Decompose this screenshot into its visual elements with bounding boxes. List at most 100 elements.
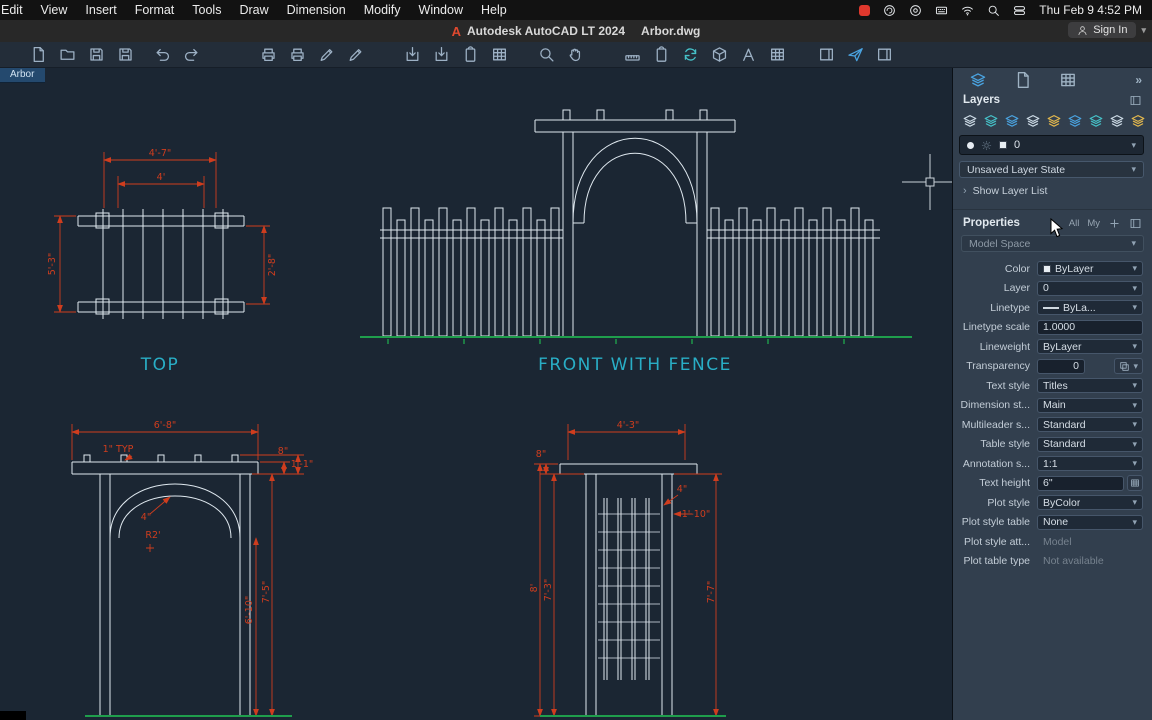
transparency-input[interactable] [1037, 358, 1085, 374]
quick-access-toolbar [0, 42, 1152, 68]
layer-lock-icon[interactable] [1088, 113, 1104, 129]
save-as-icon[interactable] [117, 46, 134, 63]
layer-properties-icon[interactable] [962, 113, 978, 129]
redo-icon[interactable] [183, 46, 200, 63]
refresh-icon[interactable] [682, 46, 699, 63]
plot-table-type-value: Not available [1043, 555, 1104, 568]
print-plus-icon[interactable] [289, 46, 306, 63]
menu-edit[interactable]: Edit [0, 3, 32, 17]
sign-in-button[interactable]: Sign In [1068, 22, 1137, 38]
chevron-down-icon[interactable]: ▾ [1141, 25, 1146, 36]
side-view-dimensions [534, 424, 722, 717]
menu-help[interactable]: Help [472, 3, 516, 17]
undo-icon[interactable] [154, 46, 171, 63]
color-select[interactable]: ByLayer ▾ [1037, 261, 1143, 277]
panel-dock-icon[interactable] [1129, 94, 1142, 107]
menu-draw[interactable]: Draw [230, 3, 277, 17]
measure-icon[interactable] [624, 46, 641, 63]
crosshair-cursor [902, 154, 952, 210]
new-file-icon[interactable] [30, 46, 47, 63]
save-icon[interactable] [88, 46, 105, 63]
chevron-down-icon: ▾ [1132, 516, 1137, 527]
table-style-select[interactable]: Standard ▾ [1037, 436, 1143, 452]
content-panel-icon[interactable] [818, 46, 835, 63]
text-style-select[interactable]: Titles ▾ [1037, 378, 1143, 394]
plot-settings-icon[interactable] [347, 46, 364, 63]
layer-freeze-icon[interactable] [1046, 113, 1062, 129]
menu-format[interactable]: Format [126, 3, 184, 17]
layout-panel-icon[interactable] [876, 46, 893, 63]
pan-icon[interactable] [567, 46, 584, 63]
svg-text:R2': R2' [145, 530, 160, 541]
new-layer-icon[interactable] [983, 113, 999, 129]
svg-text:1" TYP: 1" TYP [103, 444, 134, 455]
share-icon[interactable] [847, 46, 864, 63]
blocks-palette-tab-icon[interactable] [1014, 71, 1032, 89]
layers-palette-tab-icon[interactable] [969, 71, 987, 89]
import-icon[interactable] [433, 46, 450, 63]
linetype-select[interactable]: ByLa... ▾ [1037, 300, 1143, 316]
menu-insert[interactable]: Insert [76, 3, 125, 17]
assistant-icon[interactable] [883, 4, 896, 17]
filter-all-button[interactable]: All [1069, 218, 1080, 229]
panel-dock-icon[interactable] [1129, 217, 1142, 230]
svg-text:6'-8": 6'-8" [154, 420, 177, 431]
zoom-window-icon[interactable] [538, 46, 555, 63]
palette-overflow-icon[interactable]: » [1135, 73, 1142, 87]
search-icon[interactable] [987, 4, 1000, 17]
menu-tools[interactable]: Tools [183, 3, 230, 17]
attach-icon[interactable] [462, 46, 479, 63]
keyboard-icon[interactable] [935, 4, 948, 17]
dimension-style-select[interactable]: Main ▾ [1037, 397, 1143, 413]
text-height-input[interactable] [1037, 475, 1124, 491]
space-value: Model Space [969, 237, 1031, 250]
text-height-pick-button[interactable] [1127, 475, 1143, 492]
layer-off-icon[interactable] [1067, 113, 1083, 129]
drawing-canvas[interactable]: 4'-7" 4' 5'-3" 2'-8" TOP FRONT WITH FENC… [0, 68, 952, 720]
chevron-down-icon: ▾ [1132, 282, 1137, 293]
layer-isolate-icon[interactable] [1025, 113, 1041, 129]
page-setup-icon[interactable] [318, 46, 335, 63]
add-property-icon[interactable] [1108, 217, 1121, 230]
print-icon[interactable] [260, 46, 277, 63]
prop-row-plot-style: Plot style ByColor ▾ [953, 493, 1152, 513]
record-icon[interactable] [859, 4, 871, 16]
transparency-options-button[interactable]: ▾ [1114, 358, 1143, 375]
lineweight-select[interactable]: ByLayer ▾ [1037, 339, 1143, 355]
insert-block-icon[interactable] [711, 46, 728, 63]
current-layer-select[interactable]: 0 ▾ [959, 135, 1144, 155]
control-center-icon[interactable] [1013, 4, 1026, 17]
plot-style-select[interactable]: ByColor ▾ [1037, 495, 1143, 511]
multileader-style-select[interactable]: Standard ▾ [1037, 417, 1143, 433]
layer-state-select[interactable]: Unsaved Layer State ▾ [959, 161, 1144, 178]
open-file-icon[interactable] [59, 46, 76, 63]
table-icon[interactable] [769, 46, 786, 63]
layer-freeze-sun-icon [981, 140, 992, 151]
layer-toolbar [953, 108, 1152, 129]
layer-merge-icon[interactable] [1130, 113, 1146, 129]
layer-state-icon[interactable] [1004, 113, 1020, 129]
match-properties-icon[interactable] [653, 46, 670, 63]
menubar-clock[interactable]: Thu Feb 9 4:52 PM [1039, 3, 1142, 17]
plot-style-table-select[interactable]: None ▾ [1037, 514, 1143, 530]
plot-style-attached-value: Model [1043, 535, 1072, 548]
menu-window[interactable]: Window [410, 3, 472, 17]
document-tab-arbor[interactable]: Arbor [0, 68, 46, 83]
side-view-geometry [559, 463, 698, 716]
linetype-scale-input[interactable] [1037, 319, 1143, 335]
filter-my-button[interactable]: My [1087, 218, 1100, 229]
menu-dimension[interactable]: Dimension [278, 3, 355, 17]
sheet-manager-icon[interactable] [491, 46, 508, 63]
menu-modify[interactable]: Modify [355, 3, 410, 17]
front-view-geometry [380, 109, 880, 337]
text-icon[interactable] [740, 46, 757, 63]
annotation-scale-select[interactable]: 1:1 ▾ [1037, 456, 1143, 472]
layer-select[interactable]: 0 ▾ [1037, 280, 1143, 296]
layer-color-icon[interactable] [1109, 113, 1125, 129]
sheets-palette-tab-icon[interactable] [1059, 71, 1077, 89]
export-icon[interactable] [404, 46, 421, 63]
menu-view[interactable]: View [32, 3, 77, 17]
app-circle-icon[interactable] [909, 4, 922, 17]
show-layer-list-link[interactable]: › Show Layer List [963, 185, 1152, 197]
wifi-icon[interactable] [961, 4, 974, 17]
